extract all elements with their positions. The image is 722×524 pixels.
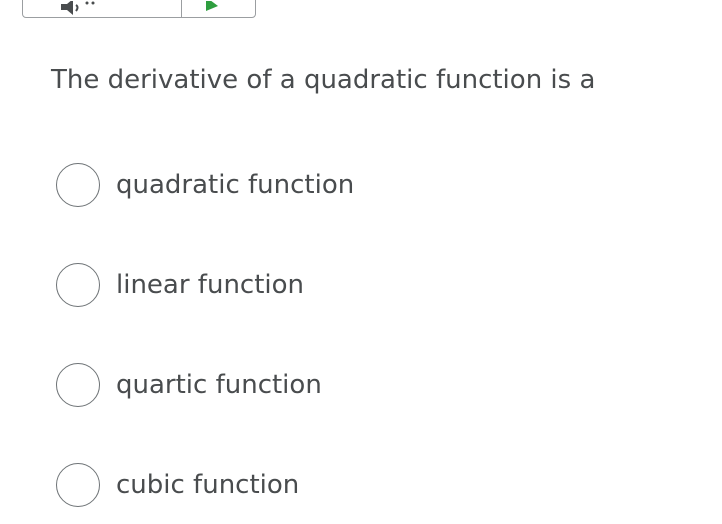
option-label: cubic function [116, 470, 300, 500]
audio-player-bar [22, 0, 256, 18]
option-quadratic-function[interactable]: quadratic function [56, 161, 354, 209]
player-divider [181, 0, 182, 17]
play-icon[interactable] [206, 1, 220, 11]
option-quartic-function[interactable]: quartic function [56, 361, 322, 409]
radio-button[interactable] [56, 263, 100, 307]
radio-button[interactable] [56, 163, 100, 207]
radio-button[interactable] [56, 363, 100, 407]
option-label: quartic function [116, 370, 322, 400]
radio-button[interactable] [56, 463, 100, 507]
question-text: The derivative of a quadratic function i… [51, 65, 596, 95]
option-label: quadratic function [116, 170, 355, 200]
option-linear-function[interactable]: linear function [56, 261, 304, 309]
option-cubic-function[interactable]: cubic function [56, 461, 299, 509]
option-label: linear function [116, 270, 305, 300]
speaker-icon[interactable] [59, 1, 99, 17]
